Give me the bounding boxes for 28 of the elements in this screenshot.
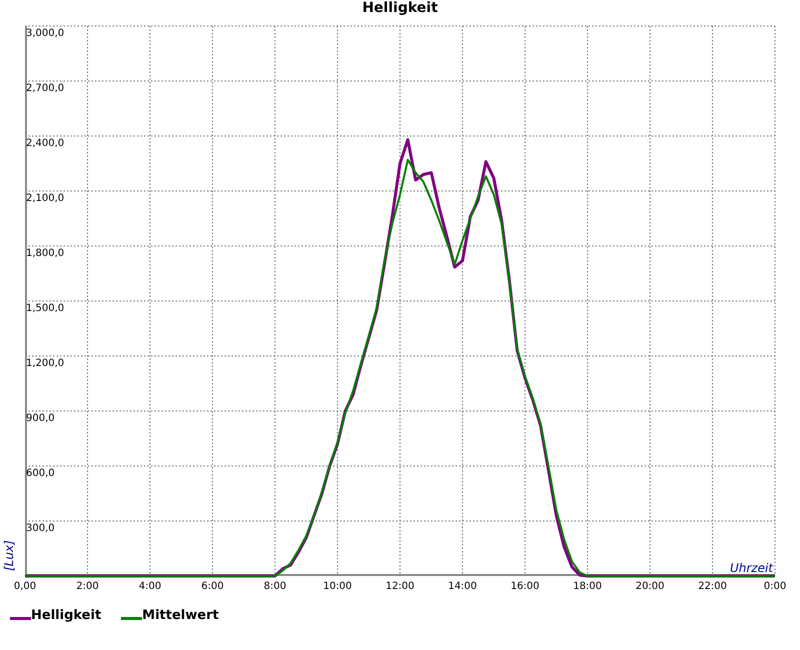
y-tick-label: 1,800,0 (26, 248, 64, 259)
x-tick-label: 10:00 (323, 581, 352, 592)
y-tick-label: 300,0 (26, 523, 55, 534)
x-tick-label: 12:00 (386, 581, 414, 592)
y-tick-label: 3,000,0 (26, 28, 64, 39)
legend-label: Helligkeit (31, 608, 102, 623)
x-tick-label: 4:00 (138, 581, 162, 592)
y-tick-label: 1,200,0 (26, 358, 64, 369)
y-tick-label: 2,100,0 (26, 193, 64, 204)
x-tick-label: 14:00 (448, 581, 477, 592)
y-tick-label: 2,700,0 (26, 83, 64, 94)
chart-title: Helligkeit (362, 0, 438, 17)
x-tick-label: 2:00 (76, 581, 99, 592)
legend-label: Mittelwert (142, 608, 219, 623)
x-tick-label: 0:00 (764, 581, 786, 592)
x-tick-label: 18:00 (573, 581, 602, 592)
y-tick-label: 600,0 (26, 468, 55, 479)
x-tick-label: 20:00 (636, 581, 664, 592)
x-tick-label: 6:00 (201, 581, 224, 592)
x-tick-label: 16:00 (510, 581, 540, 592)
y-tick-label: 1,500,0 (26, 303, 64, 314)
x-tick-label: 0,00 (14, 581, 36, 592)
y-tick-label: 900,0 (26, 413, 55, 424)
x-tick-label: 22:00 (698, 581, 727, 592)
y-axis-label: [Lux] (2, 540, 16, 571)
x-tick-label: 8:00 (264, 581, 286, 592)
x-axis-label: Uhrzeit (730, 561, 773, 575)
y-tick-label: 2,400,0 (26, 138, 64, 149)
